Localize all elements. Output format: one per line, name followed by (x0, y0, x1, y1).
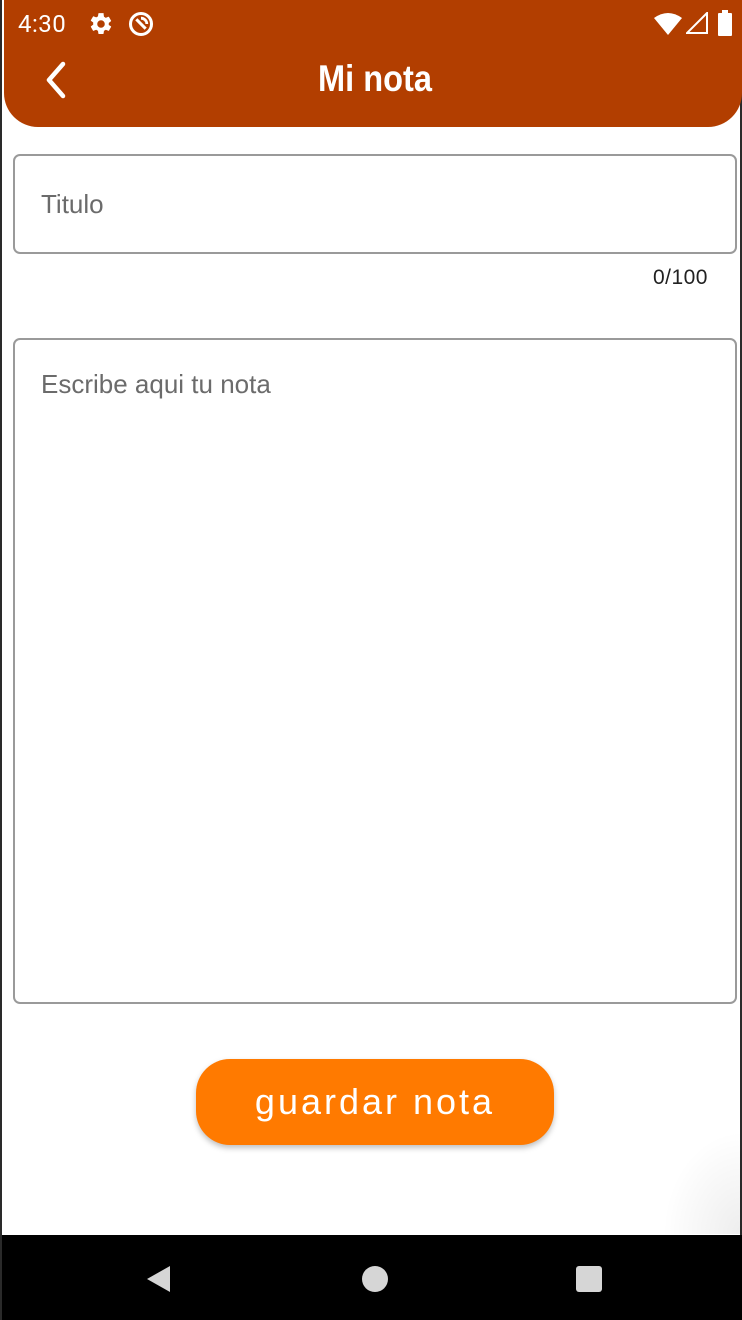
character-counter: 0/100 (652, 266, 708, 289)
page-title: Mi nota (318, 58, 432, 99)
sync-icon (128, 11, 154, 37)
signal-icon (686, 12, 708, 34)
app-bar: 4:30 Mi nota (4, 0, 742, 127)
battery-icon (718, 10, 732, 36)
note-textarea[interactable] (41, 368, 721, 988)
wifi-icon (654, 13, 682, 35)
navigation-bar (2, 1235, 742, 1320)
home-circle-icon[interactable] (361, 1265, 389, 1293)
status-time: 4:30 (18, 10, 67, 38)
status-bar: 4:30 (4, 0, 742, 48)
gear-icon (90, 13, 112, 34)
note-field[interactable] (13, 338, 737, 1004)
recents-square-icon[interactable] (575, 1265, 603, 1293)
back-triangle-icon[interactable] (144, 1264, 174, 1294)
save-note-button[interactable]: guardar nota (196, 1059, 554, 1145)
title-input[interactable] (41, 156, 721, 252)
corner-shadow (662, 1130, 742, 1234)
screen: 4:30 Mi nota Titulo 0/100 Escribe aqui t… (0, 0, 742, 1320)
title-field[interactable] (13, 154, 737, 254)
